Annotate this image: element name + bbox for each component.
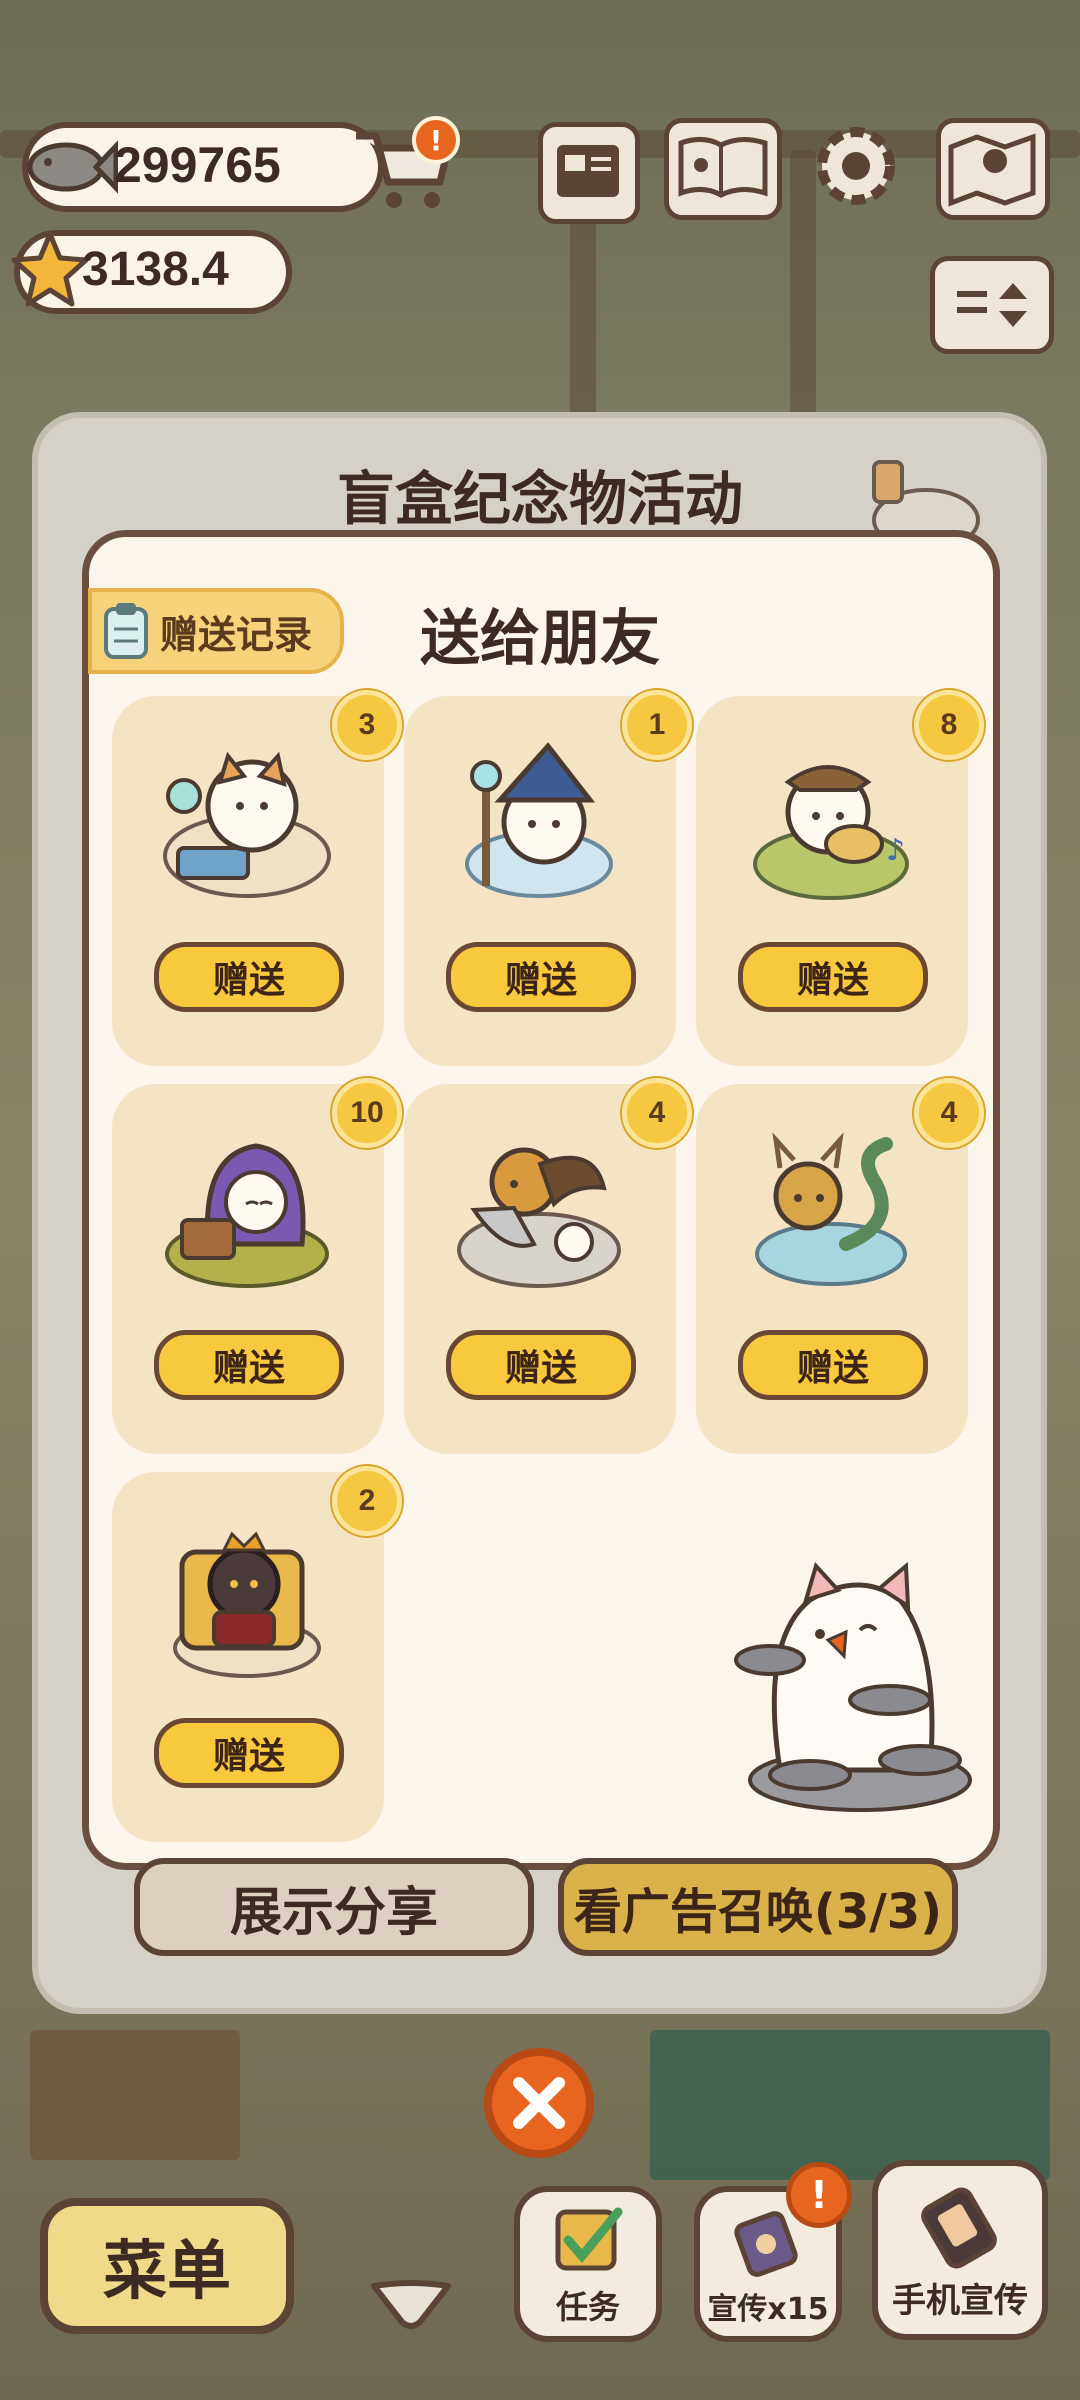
cat-book-button[interactable] [664, 118, 782, 220]
phone-icon [921, 2187, 997, 2269]
count-badge: 10 [332, 1078, 402, 1148]
tasks-button[interactable]: 任务 [514, 2186, 662, 2342]
map-button[interactable] [936, 118, 1050, 220]
phone-promote-label: 手机宣传 [892, 2281, 1028, 2321]
gift-button[interactable]: 赠送 [154, 1330, 344, 1400]
sort-icon [957, 283, 1027, 327]
count-badge: 4 [914, 1078, 984, 1148]
star-icon [11, 231, 89, 307]
bard-cat-figure-icon: ♪ [736, 736, 926, 910]
svg-text:♪: ♪ [886, 833, 905, 868]
newspaper-icon [557, 145, 619, 197]
clipboard-icon [104, 603, 148, 659]
count-badge: 4 [622, 1078, 692, 1148]
menu-button[interactable]: 菜单 [40, 2198, 294, 2334]
warrior-cat-figure-icon [444, 1124, 634, 1298]
rug [650, 2030, 1050, 2180]
newspaper-button[interactable] [538, 122, 640, 224]
gift-button[interactable]: 赠送 [154, 942, 344, 1012]
gift-button[interactable]: 赠送 [738, 1330, 928, 1400]
count-badge: 1 [622, 690, 692, 760]
notification-icon: ! [412, 116, 460, 164]
gift-button[interactable]: 赠送 [446, 942, 636, 1012]
cat-with-fish-mascot-icon [710, 1560, 980, 1824]
fish-coin-counter[interactable]: 299765 [22, 122, 384, 212]
share-display-button[interactable]: 展示分享 [134, 1858, 534, 1956]
panel-title: 送给朋友 [420, 604, 660, 674]
king-cat-figure-icon [152, 1512, 342, 1686]
close-button[interactable] [484, 2048, 594, 2158]
count-badge: 8 [914, 690, 984, 760]
book-icon [678, 137, 768, 198]
gift-button[interactable]: 赠送 [738, 942, 928, 1012]
promote-label: 宣传x15 [707, 2292, 829, 2327]
settings-button[interactable] [808, 118, 904, 214]
star-counter[interactable]: 3138.4 [11, 230, 292, 314]
gift-button[interactable]: 赠送 [154, 1718, 344, 1788]
dialog-title: 盲盒纪念物活动 [336, 465, 743, 533]
wizard-cat-figure-icon [444, 736, 634, 910]
table [30, 2030, 240, 2160]
hooded-cat-treasure-figure-icon [152, 1124, 342, 1298]
gift-button[interactable]: 赠送 [446, 1330, 636, 1400]
dragon-cat-figure-icon [736, 1124, 926, 1298]
alchemist-cat-figure-icon [152, 736, 342, 910]
gift-record-button[interactable]: 赠送记录 [88, 588, 344, 674]
phone-promote-button[interactable]: 手机宣传 [872, 2160, 1048, 2340]
count-badge: 3 [332, 690, 402, 760]
shop-cart-button[interactable]: ! [348, 116, 460, 216]
sort-toggle-button[interactable] [930, 256, 1054, 354]
checkmark-icon [555, 2207, 623, 2271]
notification-icon: ! [786, 2162, 852, 2228]
fish-icon [27, 140, 118, 194]
close-icon [513, 2077, 565, 2129]
chevron-down-icon[interactable] [366, 2276, 456, 2332]
star-value: 3138.4 [82, 243, 229, 296]
fish-coin-value: 299765 [114, 137, 281, 193]
watch-ad-summon-button[interactable]: 看广告召唤(3/3) [558, 1858, 958, 1956]
count-badge: 2 [332, 1466, 402, 1536]
map-icon [948, 133, 1036, 207]
tasks-label: 任务 [555, 2288, 620, 2326]
gear-icon [817, 127, 895, 205]
gift-record-label: 赠送记录 [160, 612, 313, 657]
